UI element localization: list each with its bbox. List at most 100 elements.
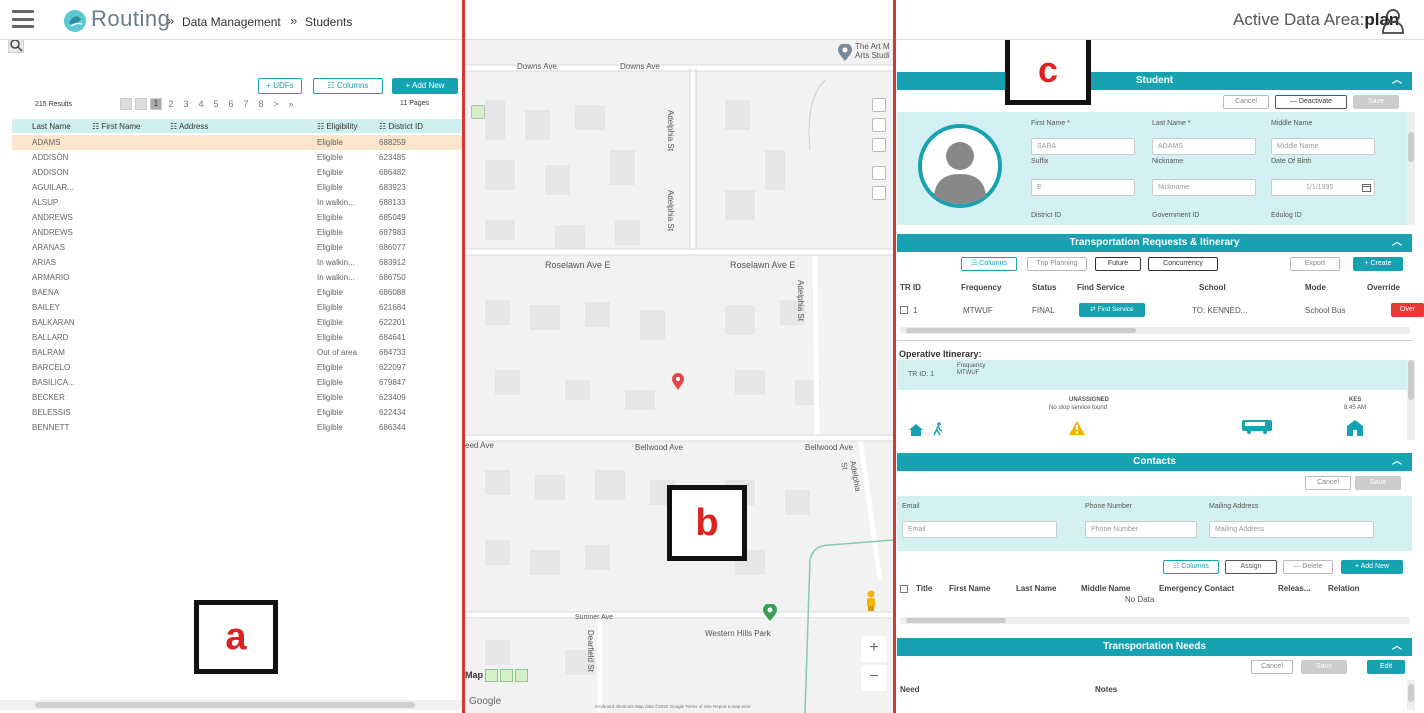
student-cancel-button[interactable]: Cancel	[1223, 95, 1269, 109]
collapse-chevron-icon[interactable]: ︿	[1392, 72, 1402, 90]
map-tool-refresh-icon[interactable]	[872, 118, 886, 132]
page-5[interactable]: 5	[210, 99, 222, 109]
map-panel[interactable]: Downs Ave Downs Ave Adelphia St Adelphia…	[465, 40, 893, 713]
col-eligibility[interactable]: ☷ Eligibility	[317, 122, 358, 131]
table-row[interactable]: ALSUP In walkin... 688133	[12, 195, 462, 210]
tr-col-school[interactable]: School	[1199, 283, 1226, 292]
needs-scrollbar[interactable]	[1407, 680, 1415, 710]
find-service-button[interactable]: ⇄ Find Service	[1079, 303, 1145, 317]
last-page-button[interactable]: »	[285, 99, 297, 109]
table-row[interactable]: BAENA Eligible 686088	[12, 285, 462, 300]
contacts-col-last-name[interactable]: Last Name	[1016, 584, 1056, 593]
map-zoom-box-icon[interactable]	[500, 668, 513, 682]
contacts-columns-button[interactable]: ☷ Columns	[1163, 560, 1219, 574]
page-3[interactable]: 3	[180, 99, 192, 109]
nickname-input[interactable]: Nickname	[1152, 179, 1256, 196]
deactivate-button[interactable]: — Deactivate	[1275, 95, 1347, 109]
table-row[interactable]: BALKARAN Eligible 622201	[12, 315, 462, 330]
table-row[interactable]: BAILEY Eligible 621684	[12, 300, 462, 315]
table-row[interactable]: ADAMS Eligible 688259	[12, 135, 462, 150]
col-address[interactable]: ☷ Address	[170, 122, 208, 131]
map-tool-stack-icon[interactable]	[872, 186, 886, 200]
map-tool-layers-icon[interactable]	[872, 98, 886, 112]
street-view-pegman-icon[interactable]	[865, 590, 877, 612]
poi-pin-icon[interactable]	[838, 44, 852, 62]
collapse-chevron-icon[interactable]: ︿	[1392, 234, 1402, 252]
col-last-name[interactable]: Last Name	[32, 122, 71, 131]
contacts-col-relation[interactable]: Relation	[1328, 584, 1360, 593]
next-page-button[interactable]: >	[270, 99, 282, 109]
tr-col-override[interactable]: Override	[1367, 283, 1400, 292]
export-button[interactable]: Export	[1290, 257, 1340, 271]
mailing-address-input[interactable]: Mailing Address	[1209, 521, 1374, 538]
email-input[interactable]: Email	[902, 521, 1057, 538]
page-4[interactable]: 4	[195, 99, 207, 109]
udfs-button[interactable]: + UDFs	[258, 78, 302, 94]
map-tool-target-icon[interactable]	[872, 138, 886, 152]
needs-col-need[interactable]: Need	[900, 685, 920, 694]
contacts-save-button[interactable]: Save	[1355, 476, 1401, 490]
collapse-chevron-icon[interactable]: ︿	[1392, 453, 1402, 471]
hamburger-menu-icon[interactable]	[12, 10, 34, 28]
middle-name-input[interactable]: Middle Name	[1271, 138, 1375, 155]
itinerary-scrollbar[interactable]	[1407, 360, 1415, 440]
contacts-select-all-checkbox[interactable]	[900, 585, 908, 593]
poi-art-studio[interactable]: The Art M Arts Studi	[855, 42, 893, 60]
contacts-col-first-name[interactable]: First Name	[949, 584, 990, 593]
breadcrumb-data-management[interactable]: Data Management	[182, 15, 281, 29]
page-1[interactable]: 1	[150, 98, 162, 110]
contacts-horizontal-scrollbar[interactable]	[900, 617, 1410, 624]
table-row[interactable]: BALLARD Eligible 684641	[12, 330, 462, 345]
collapse-chevron-icon[interactable]: ︿	[1392, 638, 1402, 656]
prev-page-button[interactable]	[135, 98, 147, 110]
phone-input[interactable]: Phone Number	[1085, 521, 1197, 538]
student-location-marker-icon[interactable]	[672, 373, 684, 391]
avatar-icon[interactable]	[918, 124, 1002, 208]
table-row[interactable]: ADDISON Eligible 686482	[12, 165, 462, 180]
columns-button[interactable]: ☷ Columns	[313, 78, 383, 94]
needs-edit-button[interactable]: Edit	[1367, 660, 1405, 674]
student-save-button[interactable]: Save	[1353, 95, 1399, 109]
assign-button[interactable]: Assign	[1225, 560, 1277, 574]
page-8[interactable]: 8	[255, 99, 267, 109]
table-row[interactable]: ARANAS Eligible 686077	[12, 240, 462, 255]
horizontal-scrollbar[interactable]	[0, 700, 462, 710]
student-section-header[interactable]: Student ︿	[897, 72, 1412, 90]
needs-cancel-button[interactable]: Cancel	[1251, 660, 1293, 674]
park-pin-icon[interactable]	[763, 604, 777, 622]
tr-columns-button[interactable]: ☷ Columns	[961, 257, 1017, 271]
map-type-label[interactable]: Map	[465, 670, 483, 680]
needs-col-notes[interactable]: Notes	[1095, 685, 1117, 694]
search-icon[interactable]	[8, 40, 24, 53]
transportation-section-header[interactable]: Transportation Requests & Itinerary ︿	[897, 234, 1412, 252]
table-row[interactable]: BALRAM Out of area 684733	[12, 345, 462, 360]
map-search-icon[interactable]	[471, 105, 485, 119]
future-button[interactable]: Future	[1095, 257, 1141, 271]
contacts-col-emergency[interactable]: Emergency Contact	[1159, 584, 1234, 593]
concurrency-button[interactable]: Concurrency	[1148, 257, 1218, 271]
needs-save-button[interactable]: Save	[1301, 660, 1347, 674]
trip-planning-button[interactable]: Trip Planning	[1027, 257, 1087, 271]
tr-col-frequency[interactable]: Frequency	[961, 283, 1001, 292]
last-name-input[interactable]: ADAMS	[1152, 138, 1256, 155]
col-district-id[interactable]: ☷ District ID	[379, 122, 423, 131]
table-row[interactable]: BECKER Eligible 623409	[12, 390, 462, 405]
contacts-col-title[interactable]: Title	[916, 584, 932, 593]
tr-horizontal-scrollbar[interactable]	[900, 327, 1410, 334]
tr-col-find-service[interactable]: Find Service	[1077, 283, 1125, 292]
suffix-input[interactable]: E	[1031, 179, 1135, 196]
table-row[interactable]: BELESSIS Eligible 622434	[12, 405, 462, 420]
page-7[interactable]: 7	[240, 99, 252, 109]
table-row[interactable]: BARCELO Eligible 622097	[12, 360, 462, 375]
add-new-button[interactable]: + Add New	[392, 78, 458, 94]
table-row[interactable]: AGUILAR... Eligible 683923	[12, 180, 462, 195]
table-row[interactable]: BASILICA... Eligible 679847	[12, 375, 462, 390]
override-button[interactable]: Over	[1391, 303, 1424, 317]
table-row[interactable]: ARIAS In walkin... 683912	[12, 255, 462, 270]
first-page-button[interactable]	[120, 98, 132, 110]
tr-col-mode[interactable]: Mode	[1305, 283, 1326, 292]
map-square-icon[interactable]	[515, 668, 528, 682]
page-6[interactable]: 6	[225, 99, 237, 109]
table-row[interactable]: ANDREWS Eligible 687983	[12, 225, 462, 240]
col-first-name[interactable]: ☷ First Name	[92, 122, 141, 131]
